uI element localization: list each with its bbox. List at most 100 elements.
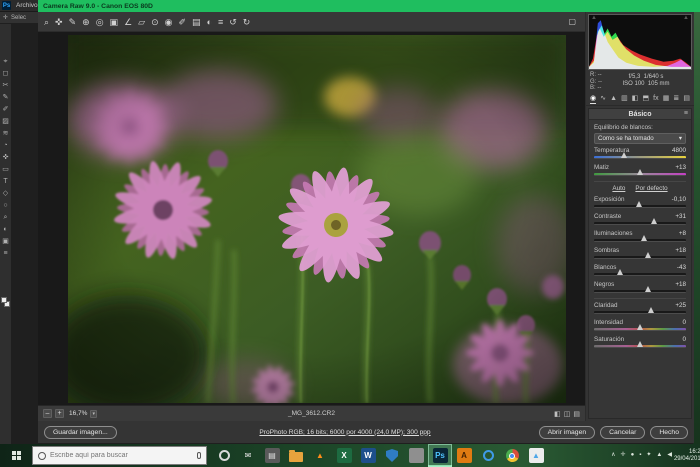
ps-tool-icon[interactable]: ≋ xyxy=(3,130,9,137)
search-input[interactable] xyxy=(50,452,193,459)
preview-settings-icon[interactable]: ▤ xyxy=(573,410,580,418)
ps-tool-icon[interactable]: ≡ xyxy=(3,250,7,257)
saturation-slider[interactable]: Saturación0 xyxy=(594,336,686,348)
illustrator-icon[interactable]: A xyxy=(452,444,476,467)
highlights-slider[interactable]: Iluminaciones+8 xyxy=(594,230,686,242)
rotate-left-icon[interactable]: ↺ xyxy=(229,17,237,27)
red-eye-tool-icon[interactable]: ◉ xyxy=(165,17,173,27)
preferences-icon[interactable]: ≡ xyxy=(218,17,223,27)
slider-track[interactable] xyxy=(594,156,686,159)
tab-hsl[interactable]: ▥ xyxy=(621,95,628,104)
tray-icon-1[interactable]: ✛ xyxy=(621,452,626,459)
ps-tool-icon[interactable]: ✐ xyxy=(3,106,9,113)
slider-thumb[interactable] xyxy=(637,169,643,175)
slider-thumb[interactable] xyxy=(617,269,623,275)
slider-thumb[interactable] xyxy=(641,235,647,241)
slider-track[interactable] xyxy=(594,311,686,314)
taskbar-clock[interactable]: 16:24 29/04/2018 xyxy=(674,449,700,463)
hand-tool-icon[interactable]: ✜ xyxy=(55,17,63,27)
ps-tool-icon[interactable]: ◻ xyxy=(3,70,9,77)
cortana-icon[interactable] xyxy=(212,444,236,467)
rotate-right-icon[interactable]: ↻ xyxy=(243,17,251,27)
slider-thumb[interactable] xyxy=(645,252,651,258)
transform-tool-icon[interactable]: ▱ xyxy=(138,17,145,27)
ps-tool-icon[interactable]: ◇ xyxy=(3,190,8,197)
slider-thumb[interactable] xyxy=(648,307,654,313)
preview-split-icon[interactable]: ◫ xyxy=(564,410,571,418)
slider-thumb[interactable] xyxy=(637,341,643,347)
ps-tool-icon[interactable]: ⌕ xyxy=(4,214,8,221)
vibrance-slider[interactable]: Intensidad0 xyxy=(594,319,686,331)
radial-filter-tool-icon[interactable]: ◐ xyxy=(207,17,212,27)
tab-lens-corrections[interactable]: ⬒ xyxy=(642,95,649,104)
tab-effects[interactable]: fx xyxy=(653,95,658,104)
word-icon[interactable]: W xyxy=(356,444,380,467)
ps-tool-icon[interactable]: T xyxy=(3,178,7,185)
targeted-adjustment-tool-icon[interactable]: ◎ xyxy=(96,17,104,27)
panel-menu-icon[interactable]: ≡ xyxy=(684,110,688,117)
tint-slider[interactable]: Matiz+13 xyxy=(594,164,686,176)
highlight-clipping-icon[interactable]: ▲ xyxy=(683,15,689,22)
ps-tool-icon[interactable]: ✂ xyxy=(3,82,9,89)
ps-tool-icon[interactable]: ▭ xyxy=(2,166,9,173)
defender-icon[interactable] xyxy=(380,444,404,467)
color-sampler-tool-icon[interactable]: ⊕ xyxy=(82,17,90,27)
toggle-fullscreen-icon[interactable]: ▢ xyxy=(568,17,576,26)
photo-canvas[interactable] xyxy=(68,35,566,403)
photos-app-icon[interactable]: ▲ xyxy=(524,444,548,467)
slider-track[interactable] xyxy=(594,205,686,208)
tray-icon-4[interactable]: ✦ xyxy=(646,452,651,459)
taskbar-search[interactable] xyxy=(32,446,207,465)
white-balance-tool-icon[interactable]: ✎ xyxy=(69,17,77,27)
graduated-filter-tool-icon[interactable]: ▤ xyxy=(192,17,201,27)
tab-camera-calibration[interactable]: ▦ xyxy=(663,95,670,104)
adjustment-brush-tool-icon[interactable]: ✐ xyxy=(178,17,186,27)
tray-icon-3[interactable]: ▪ xyxy=(639,452,641,459)
menu-archivo[interactable]: Archivo xyxy=(16,2,38,9)
ps-tool-icon[interactable]: ◔ xyxy=(3,142,7,149)
tab-detail[interactable]: ▲ xyxy=(610,95,617,104)
slider-track[interactable] xyxy=(594,290,686,293)
tab-basic[interactable]: ◉ xyxy=(590,95,596,104)
tab-presets[interactable]: ≣ xyxy=(673,95,679,104)
excel-icon[interactable]: X xyxy=(332,444,356,467)
ps-tool-icon[interactable]: ⌖ xyxy=(4,58,8,65)
edge-icon[interactable] xyxy=(476,444,500,467)
slider-thumb[interactable] xyxy=(645,286,651,292)
slider-track[interactable] xyxy=(594,173,686,176)
chrome-icon[interactable] xyxy=(500,444,524,467)
whites-slider[interactable]: Blancos-43 xyxy=(594,264,686,276)
blacks-slider[interactable]: Negros+18 xyxy=(594,281,686,293)
crop-tool-icon[interactable]: ▣ xyxy=(110,17,119,27)
color-swatches[interactable] xyxy=(1,297,10,307)
temperature-slider[interactable]: Temperatura4800 xyxy=(594,147,686,159)
slider-track[interactable] xyxy=(594,273,686,276)
contrast-slider[interactable]: Contraste+31 xyxy=(594,213,686,225)
done-button[interactable]: Hecho xyxy=(650,426,688,439)
microphone-icon[interactable] xyxy=(197,452,201,459)
document-app-icon[interactable]: ▤ xyxy=(260,444,284,467)
volume-icon[interactable]: ◀ xyxy=(667,452,672,459)
tab-split-toning[interactable]: ◧ xyxy=(632,95,639,104)
tray-expand-icon[interactable]: ∧ xyxy=(611,452,615,459)
foreground-color-swatch[interactable] xyxy=(1,297,7,303)
network-icon[interactable]: ▲ xyxy=(656,452,662,459)
clarity-slider[interactable]: Claridad+25 xyxy=(594,302,686,314)
shadows-slider[interactable]: Sombras+18 xyxy=(594,247,686,259)
cancel-button[interactable]: Cancelar xyxy=(600,426,645,439)
start-button[interactable] xyxy=(0,444,32,467)
open-image-button[interactable]: Abrir imagen xyxy=(539,426,596,439)
zoom-tool-icon[interactable]: ⌕ xyxy=(44,17,49,27)
ps-tool-icon[interactable]: ◐ xyxy=(3,226,7,233)
slider-thumb[interactable] xyxy=(637,324,643,330)
ps-tool-icon[interactable]: ▨ xyxy=(2,118,9,125)
tray-icon-2[interactable]: ● xyxy=(631,452,635,459)
slider-thumb[interactable] xyxy=(636,201,642,207)
preview-before-icon[interactable]: ◧ xyxy=(554,410,561,418)
camera-raw-titlebar[interactable]: Camera Raw 9.0 - Canon EOS 80D xyxy=(38,0,700,12)
photoshop-icon[interactable]: Ps xyxy=(428,444,452,467)
tab-tone-curve[interactable]: ∿ xyxy=(600,95,606,104)
app-icon-gray[interactable] xyxy=(404,444,428,467)
slider-track[interactable] xyxy=(594,256,686,259)
white-balance-select[interactable]: Como se ha tomado ▾ xyxy=(594,133,686,144)
